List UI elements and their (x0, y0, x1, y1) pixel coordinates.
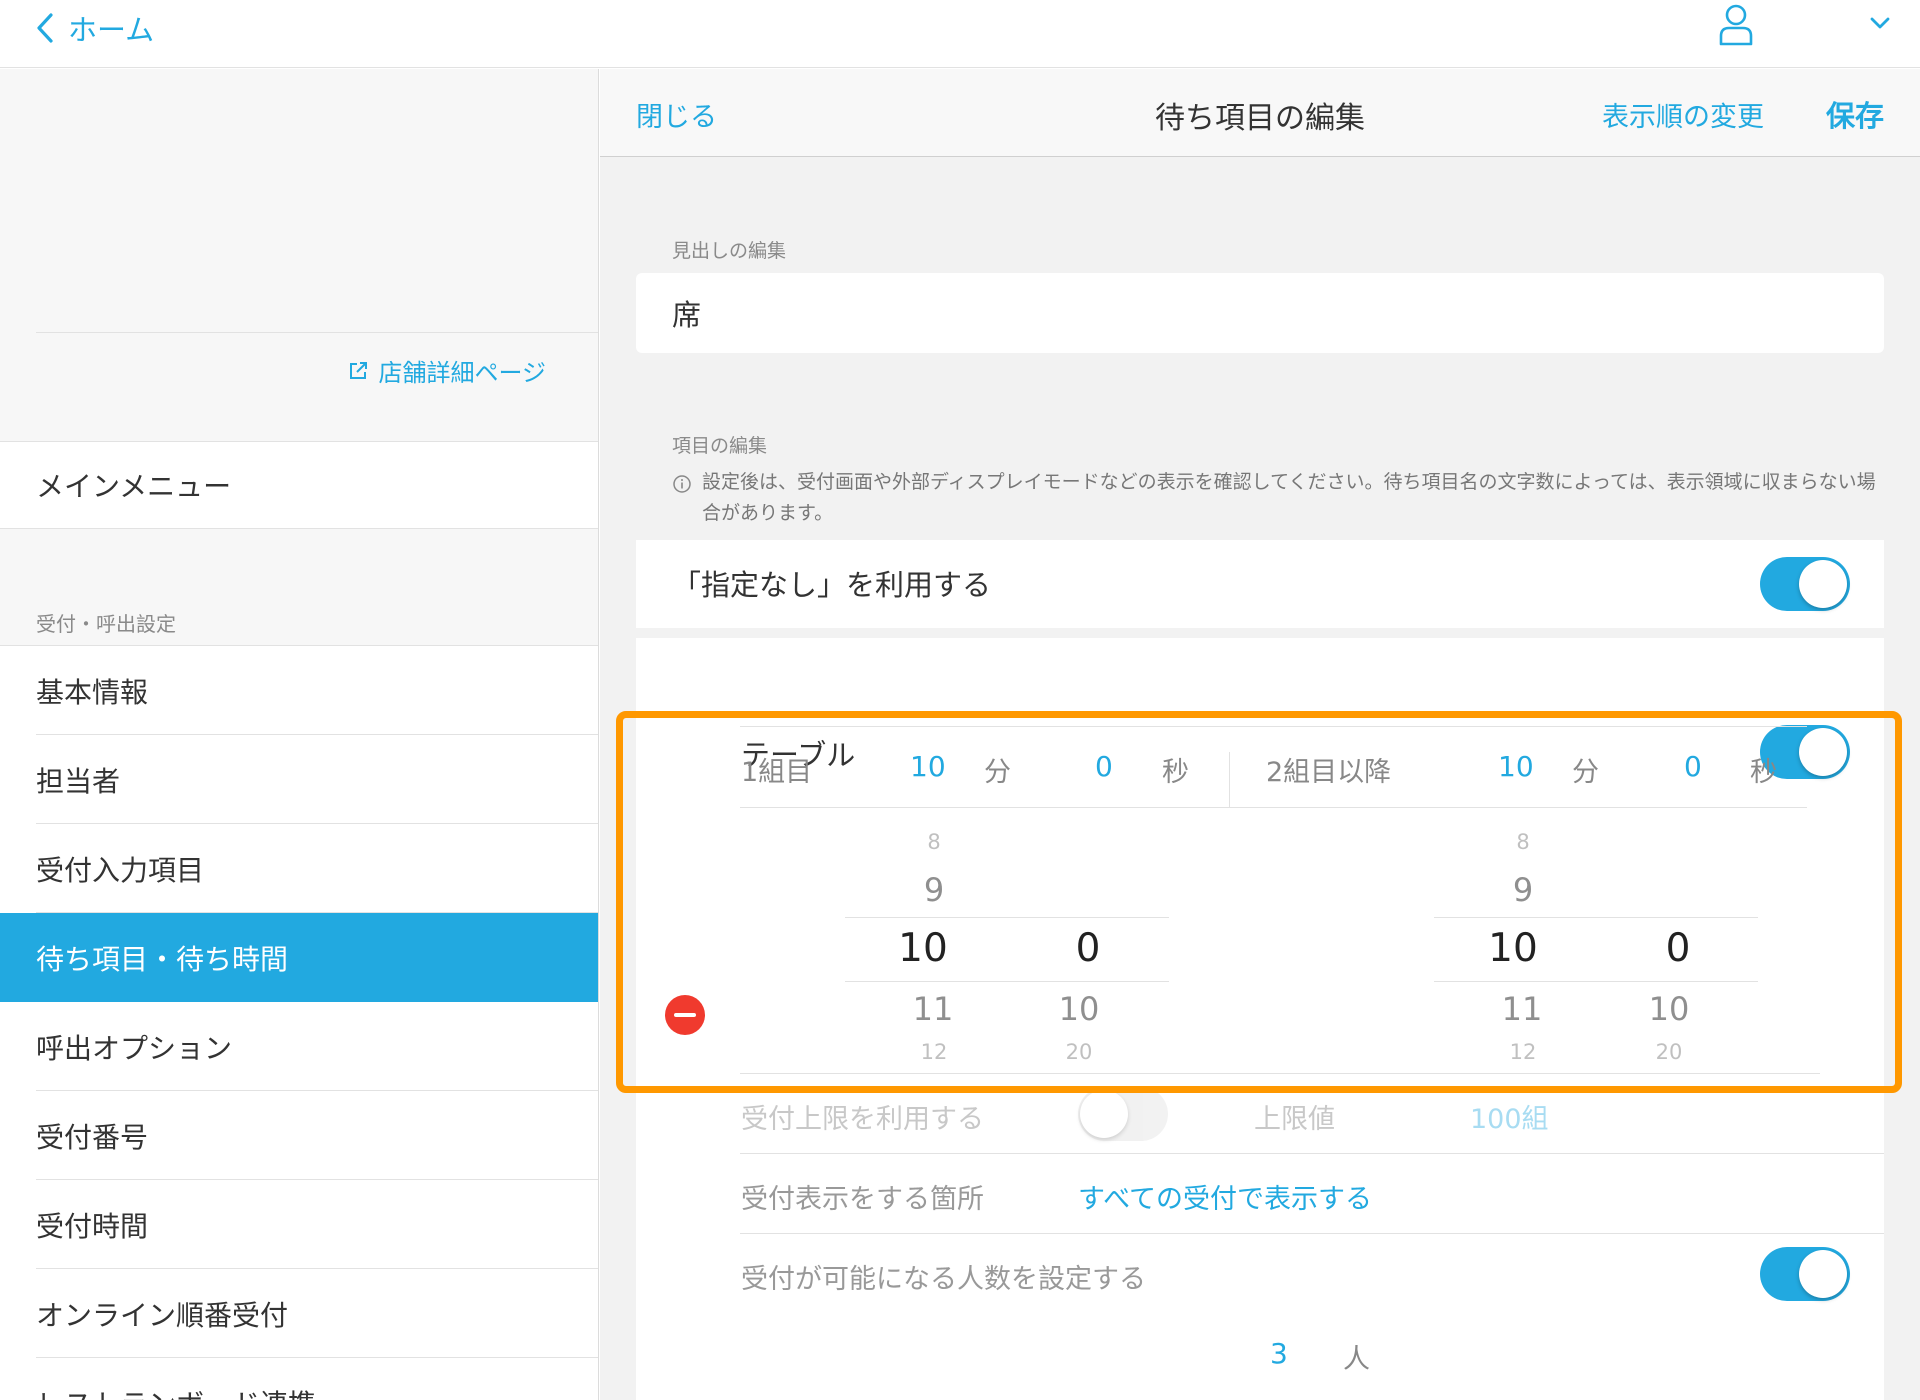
picker-second-option[interactable]: 10 (1029, 990, 1129, 1028)
delete-item-button[interactable] (665, 995, 705, 1035)
row-divider (740, 807, 1807, 808)
picker-minute-option[interactable]: 9 (1473, 871, 1573, 909)
row-divider (740, 726, 1807, 727)
row-divider (740, 1153, 1884, 1154)
sidebar-item-call-options[interactable]: 呼出オプション (0, 1002, 598, 1091)
later-groups-sec-unit: 秒 (1750, 757, 1777, 788)
row-divider (740, 1233, 1884, 1234)
chevron-left-icon (37, 13, 53, 43)
later-groups-seconds[interactable]: 0 (1684, 750, 1702, 783)
picker-minute-selected[interactable]: 10 (1463, 926, 1563, 971)
sidebar-item-wait-items[interactable]: 待ち項目・待ち時間 (0, 913, 598, 1002)
picker-second-selected[interactable]: 0 (1628, 926, 1728, 971)
sidebar: 店舗詳細ページ メインメニュー 受付・呼出設定 基本情報 担当者 受付入力項目 … (0, 69, 599, 1400)
back-home-label: ホーム (68, 13, 155, 47)
no-preference-row: 「指定なし」を利用する (636, 540, 1884, 628)
sidebar-item-restaurant-board[interactable]: レストランボード連携 (0, 1358, 598, 1400)
limit-value-label: 上限値 (1254, 1104, 1335, 1135)
settings-nav: 基本情報 担当者 受付入力項目 待ち項目・待ち時間 呼出オプション 受付番号 受… (0, 645, 598, 1400)
main-menu-item[interactable]: メインメニュー (0, 441, 598, 529)
people-setting-toggle[interactable] (1760, 1247, 1850, 1301)
edit-header: 閉じる 待ち項目の編集 表示順の変更 保存 (600, 69, 1920, 157)
row-divider (740, 1073, 1820, 1074)
people-setting-label: 受付が可能になる人数を設定する (741, 1264, 1146, 1295)
picker-minute-option[interactable]: 12 (1473, 1040, 1573, 1064)
picker-minute-option[interactable]: 8 (1473, 830, 1573, 854)
first-group-seconds[interactable]: 0 (1095, 750, 1113, 783)
picker-second-option[interactable]: 10 (1619, 990, 1719, 1028)
no-preference-toggle[interactable] (1760, 557, 1850, 611)
info-icon (673, 475, 691, 493)
toggle-knob (1799, 1250, 1847, 1298)
reception-limit-label: 受付上限を利用する (741, 1104, 984, 1135)
heading-input[interactable]: 席 (636, 273, 1884, 353)
first-group-sec-unit: 秒 (1162, 757, 1189, 788)
picker-minute-option[interactable]: 12 (884, 1040, 984, 1064)
section-label: 受付・呼出設定 (36, 612, 176, 636)
sidebar-item-reception-number[interactable]: 受付番号 (0, 1091, 598, 1180)
first-group-label: 1組目 (741, 757, 813, 788)
picker-minute-option[interactable]: 11 (1472, 990, 1572, 1028)
info-note: 設定後は、受付画面や外部ディスプレイモードなどの表示を確認してください。待ち項目… (672, 467, 1884, 529)
sidebar-divider (36, 332, 598, 333)
items-caption: 項目の編集 (672, 435, 768, 457)
sidebar-item-online-queue[interactable]: オンライン順番受付 (0, 1269, 598, 1358)
sidebar-item-basic-info[interactable]: 基本情報 (0, 646, 598, 735)
shop-detail-label: 店舗詳細ページ (378, 359, 546, 387)
time-separator (1229, 752, 1230, 808)
people-unit: 人 (1343, 1344, 1370, 1375)
toggle-knob (1080, 1090, 1128, 1138)
later-groups-min-unit: 分 (1572, 757, 1599, 788)
sidebar-item-staff[interactable]: 担当者 (0, 735, 598, 824)
sidebar-item-input-fields[interactable]: 受付入力項目 (0, 824, 598, 913)
picker-selection-line (845, 981, 1169, 982)
picker-minute-selected[interactable]: 10 (873, 926, 973, 971)
reception-limit-toggle[interactable] (1078, 1087, 1168, 1141)
first-group-minutes[interactable]: 10 (910, 750, 946, 783)
display-location-label: 受付表示をする箇所 (741, 1184, 984, 1215)
picker-selection-line (845, 917, 1169, 918)
picker-minute-option[interactable]: 11 (883, 990, 983, 1028)
first-group-min-unit: 分 (984, 757, 1011, 788)
shop-detail-link[interactable]: 店舗詳細ページ (348, 353, 546, 388)
toggle-knob (1799, 728, 1847, 776)
later-groups-minutes[interactable]: 10 (1498, 750, 1534, 783)
top-bar: ホーム (0, 0, 1920, 68)
picker-second-option[interactable]: 20 (1029, 1040, 1129, 1064)
sidebar-item-reception-hours[interactable]: 受付時間 (0, 1180, 598, 1269)
picker-second-selected[interactable]: 0 (1038, 926, 1138, 971)
save-button[interactable]: 保存 (1826, 93, 1884, 135)
display-location-value[interactable]: すべての受付で表示する (1078, 1177, 1372, 1216)
later-groups-label: 2組目以降 (1266, 757, 1392, 788)
no-preference-label: 「指定なし」を利用する (672, 568, 992, 602)
limit-value[interactable]: 100組 (1470, 1097, 1549, 1136)
back-home-button[interactable]: ホーム (36, 6, 154, 50)
info-note-text: 設定後は、受付画面や外部ディスプレイモードなどの表示を確認してください。待ち項目… (702, 471, 1876, 524)
picker-selection-line (1434, 917, 1758, 918)
toggle-knob (1799, 560, 1847, 608)
chevron-down-icon[interactable] (1866, 12, 1894, 34)
heading-caption: 見出しの編集 (672, 240, 787, 262)
people-count[interactable]: 3 (1270, 1337, 1288, 1370)
external-link-icon (350, 361, 368, 379)
picker-second-option[interactable]: 20 (1619, 1040, 1719, 1064)
user-icon[interactable] (1718, 4, 1754, 46)
reorder-button[interactable]: 表示順の変更 (1602, 95, 1764, 134)
picker-selection-line (1434, 981, 1758, 982)
picker-minute-option[interactable]: 9 (884, 871, 984, 909)
picker-minute-option[interactable]: 8 (884, 830, 984, 854)
